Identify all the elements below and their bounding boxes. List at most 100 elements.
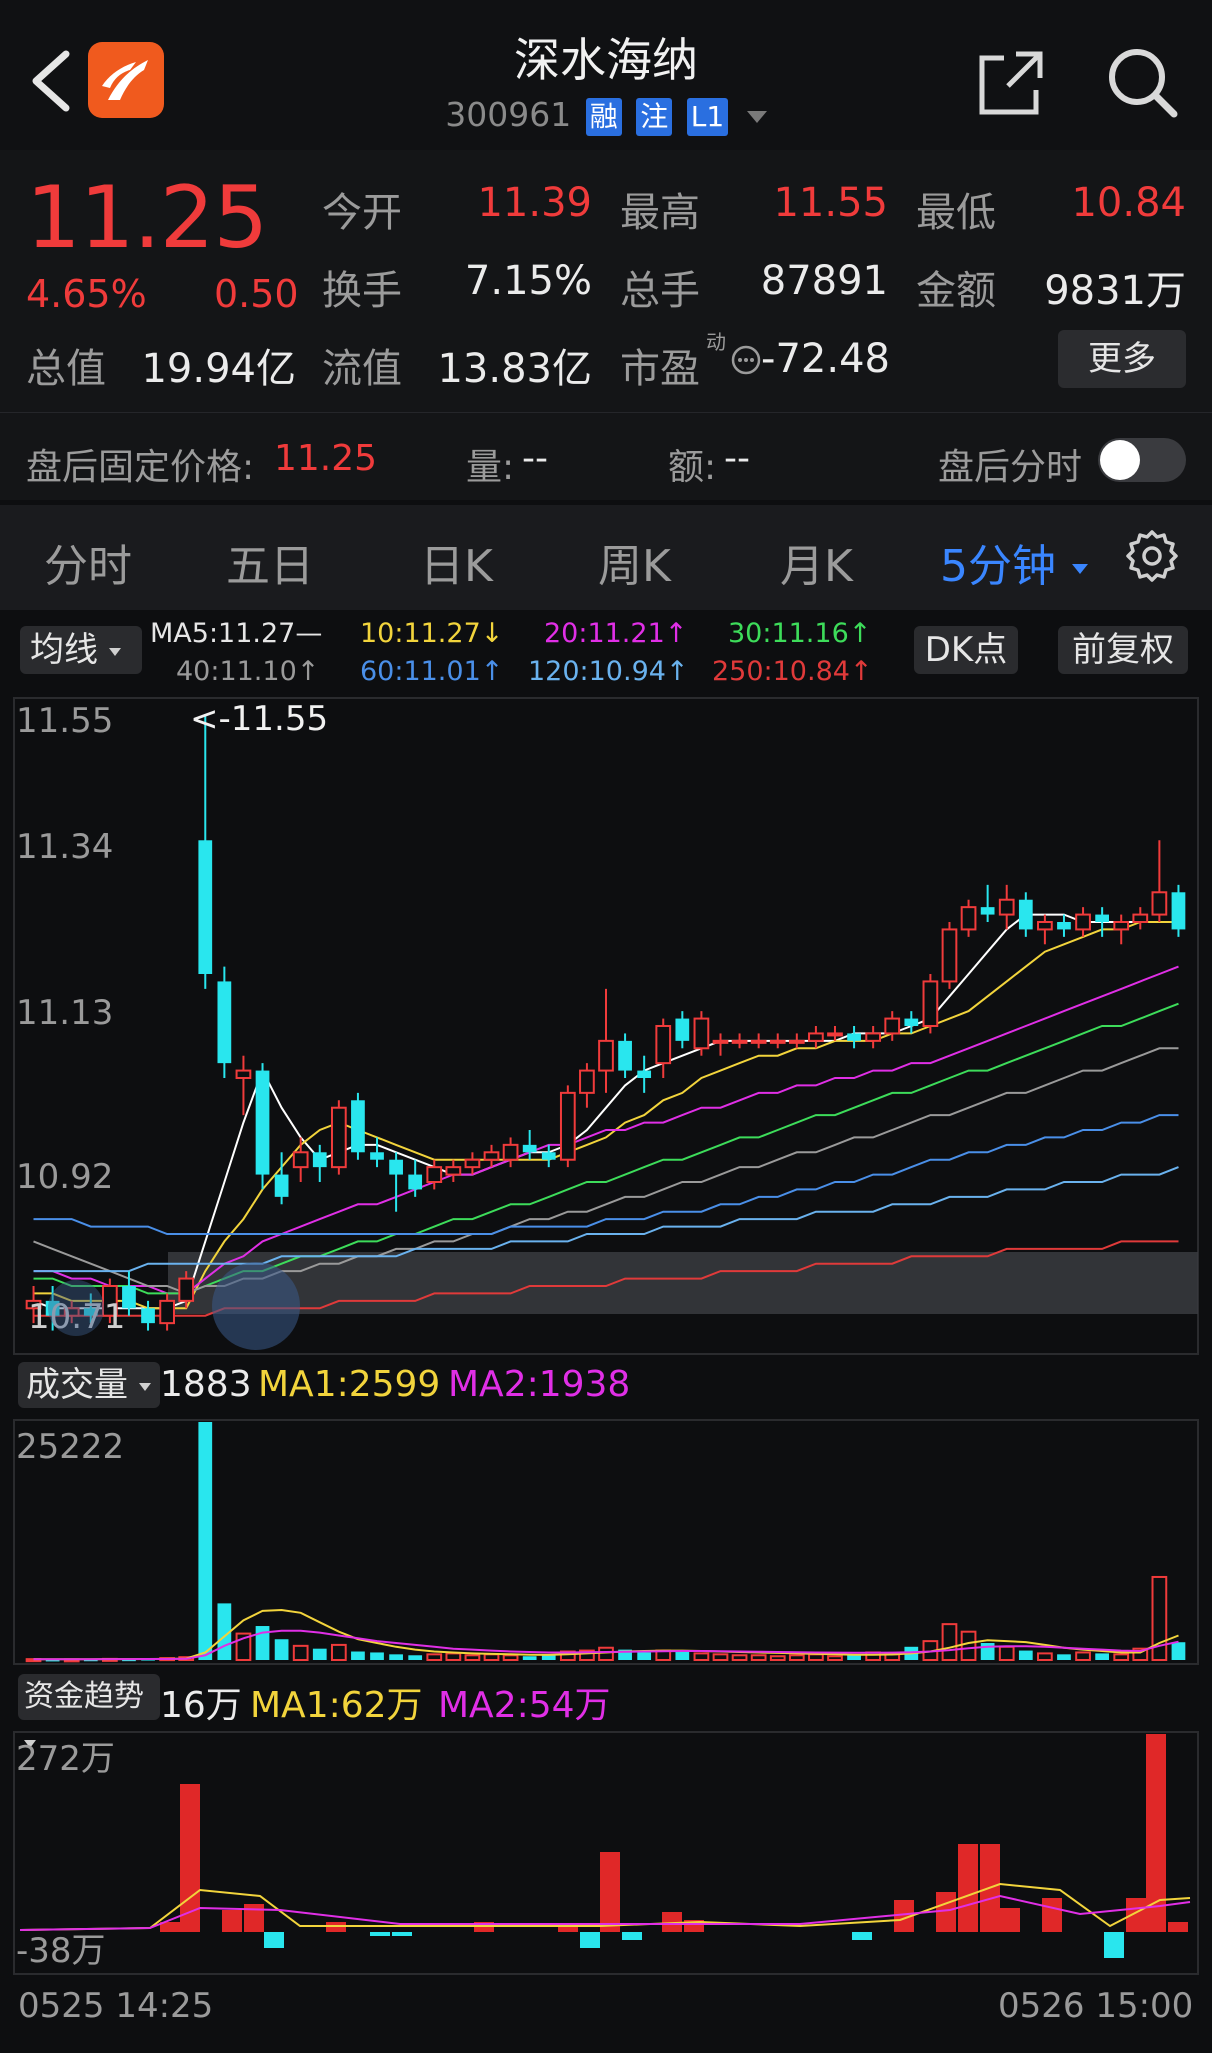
tab-timeshare[interactable]: 分时 <box>44 530 132 594</box>
dk-point-button[interactable]: DK点 <box>914 626 1018 674</box>
volume-indicator-selector[interactable]: 成交量 <box>18 1362 160 1408</box>
volume-bar <box>1095 1653 1110 1660</box>
volume-ma2: MA2:1938 <box>448 1364 631 1405</box>
stock-code: 300961 <box>445 95 572 134</box>
tab-five-day[interactable]: 五日 <box>226 530 314 594</box>
candle <box>1171 884 1186 937</box>
tag-registration: 注 <box>636 97 673 136</box>
volume-bar <box>408 1655 423 1660</box>
tag-margin: 融 <box>585 97 622 136</box>
turnover-value: 7.15% <box>464 258 592 304</box>
volume-bar <box>637 1652 652 1660</box>
volume-bar <box>847 1655 861 1660</box>
candle <box>675 1011 690 1049</box>
candle <box>1057 914 1071 937</box>
ma40-value: 40:11.10↑ <box>176 656 320 687</box>
money-flow-selector[interactable]: 资金趋势 <box>18 1674 160 1748</box>
volume-frame <box>13 1419 1199 1665</box>
gear-icon[interactable] <box>1124 528 1180 584</box>
volume-bar <box>750 1654 767 1661</box>
tab-5-minute-label: 5分钟 <box>940 541 1056 592</box>
volume-bar <box>731 1654 748 1661</box>
candle <box>788 1033 805 1049</box>
mcap-label: 总值 <box>26 346 106 392</box>
candle <box>1037 914 1053 945</box>
change-percent: 4.65% <box>26 272 147 316</box>
pe-label: 市盈 <box>620 346 700 392</box>
turnover-label: 换手 <box>322 268 402 314</box>
candle <box>1018 892 1033 937</box>
volume-label: 总手 <box>620 268 700 314</box>
money-flow-current: 16万 <box>160 1685 242 1726</box>
volume-bar <box>351 1651 365 1660</box>
volume-bar <box>675 1651 690 1660</box>
volume-chart[interactable]: 25222 <box>0 1418 1212 1666</box>
tag-dropdown-icon[interactable] <box>746 110 767 123</box>
volume-bar <box>370 1652 384 1660</box>
volume-bar <box>788 1654 805 1661</box>
divider <box>0 412 1212 413</box>
more-options-icon[interactable] <box>730 344 762 376</box>
volume-bar <box>998 1645 1015 1661</box>
candle <box>655 1018 672 1078</box>
candle <box>198 714 213 989</box>
open-label: 今开 <box>322 190 402 236</box>
after-hours-amount-label: 额: <box>668 447 717 488</box>
candle <box>693 1011 710 1056</box>
volume-bar <box>598 1646 614 1661</box>
candle <box>502 1137 519 1168</box>
search-icon[interactable] <box>1104 44 1180 120</box>
ma120-value: 120:10.94↑ <box>528 656 689 687</box>
volume-bar <box>1018 1650 1033 1660</box>
drag-handle-icon[interactable] <box>48 1280 104 1336</box>
more-button[interactable]: 更多 <box>1058 330 1186 388</box>
share-icon[interactable] <box>976 48 1046 118</box>
last-price: 11.25 <box>26 168 268 268</box>
time-axis-end: 0526 15:00 <box>998 1986 1194 2026</box>
candle <box>960 899 977 937</box>
change-amount: 0.50 <box>214 272 299 316</box>
candle <box>141 1300 155 1331</box>
volume-bar <box>712 1653 729 1661</box>
volume-bar <box>312 1648 327 1660</box>
volume-current: 1883 <box>160 1364 252 1405</box>
volume-bar <box>1113 1653 1130 1661</box>
volume-selector-label: 成交量 <box>26 1365 128 1405</box>
candle <box>235 1055 252 1116</box>
zoom-handle-icon[interactable] <box>212 1262 300 1350</box>
volume-bar <box>426 1653 443 1661</box>
kline-chart[interactable]: 11.55 11.34 11.13 10.92 10.71 <-11.55 <box>0 688 1212 1356</box>
tab-5-minute[interactable]: 5分钟 <box>940 530 1088 594</box>
volume-bar <box>292 1644 309 1661</box>
pe-dynamic-mark: 动 <box>706 330 726 354</box>
volume-bar <box>464 1654 481 1661</box>
amount-value: 9831万 <box>1044 268 1186 314</box>
candle <box>389 1152 403 1212</box>
y-tick-top: 11.55 <box>16 701 113 741</box>
candle <box>483 1144 500 1168</box>
tab-weekly-k[interactable]: 周K <box>598 530 671 594</box>
candle <box>847 1026 861 1049</box>
volume-selector-dropdown-icon <box>138 1382 151 1391</box>
volume-bar <box>198 1422 213 1660</box>
candle <box>884 1011 901 1041</box>
volume-bar <box>522 1656 537 1660</box>
volume-value: 87891 <box>760 258 888 304</box>
high-value: 11.55 <box>773 180 888 226</box>
volume-bar <box>502 1654 519 1661</box>
candle <box>1113 914 1130 945</box>
ma-selector[interactable]: 均线 <box>20 626 142 674</box>
candle <box>351 1092 365 1160</box>
adjust-mode-button[interactable]: 前复权 <box>1058 626 1188 674</box>
float-value: 13.83亿 <box>437 346 592 392</box>
tab-daily-k[interactable]: 日K <box>420 530 493 594</box>
tab-monthly-k[interactable]: 月K <box>780 530 853 594</box>
volume-bar <box>941 1623 958 1661</box>
money-flow-y-bottom: -38万 <box>16 1931 106 1971</box>
money-flow-chart[interactable]: 272万 -38万 <box>0 1730 1212 1976</box>
money-flow-ma1: MA1:62万 <box>250 1685 423 1726</box>
volume-bar <box>827 1655 843 1662</box>
after-hours-amount: -- <box>724 438 750 479</box>
money-flow-selector-label: 资金趋势 <box>24 1679 144 1714</box>
ma60-value: 60:11.01↑ <box>360 656 504 687</box>
